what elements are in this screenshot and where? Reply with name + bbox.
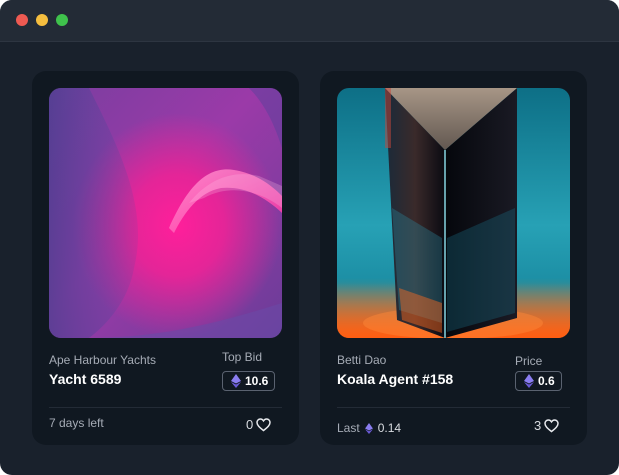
nft-card-koala[interactable]: Betti Dao Koala Agent #158 Price 0.6 Las… — [320, 71, 587, 445]
nft-artwork-image[interactable] — [49, 88, 282, 338]
nft-title: Yacht 6589 — [49, 371, 122, 387]
last-sale: Last 0.14 — [337, 421, 401, 435]
price-badge[interactable]: 0.6 — [515, 371, 562, 391]
price-label: Price — [515, 354, 543, 368]
title-bar — [0, 0, 619, 42]
price-value: 10.6 — [245, 374, 269, 388]
card-divider — [337, 407, 570, 408]
maximize-window-button[interactable] — [56, 14, 68, 26]
nft-title: Koala Agent #158 — [337, 371, 454, 387]
last-sale-label: Last — [337, 421, 360, 435]
like-button[interactable]: 3 — [534, 418, 559, 433]
like-button[interactable]: 0 — [246, 417, 271, 432]
time-left: 7 days left — [49, 416, 104, 430]
close-window-button[interactable] — [16, 14, 28, 26]
like-count: 3 — [534, 418, 542, 433]
eth-icon — [524, 374, 534, 388]
nft-artwork-image[interactable] — [337, 88, 570, 338]
price-label: Top Bid — [222, 350, 263, 364]
card-divider — [49, 407, 282, 408]
price-badge[interactable]: 10.6 — [222, 371, 276, 391]
collection-name: Ape Harbour Yachts — [49, 353, 156, 367]
last-sale-value: 0.14 — [377, 421, 402, 435]
price-value: 0.6 — [538, 374, 555, 388]
eth-icon — [231, 374, 241, 388]
heart-icon — [544, 418, 559, 433]
heart-icon — [256, 417, 271, 432]
app-window: Ape Harbour Yachts Yacht 6589 Top Bid 10… — [0, 0, 619, 475]
nft-card-yacht[interactable]: Ape Harbour Yachts Yacht 6589 Top Bid 10… — [32, 71, 299, 445]
minimize-window-button[interactable] — [36, 14, 48, 26]
collection-name: Betti Dao — [337, 353, 387, 367]
eth-icon — [364, 422, 373, 434]
like-count: 0 — [246, 417, 254, 432]
